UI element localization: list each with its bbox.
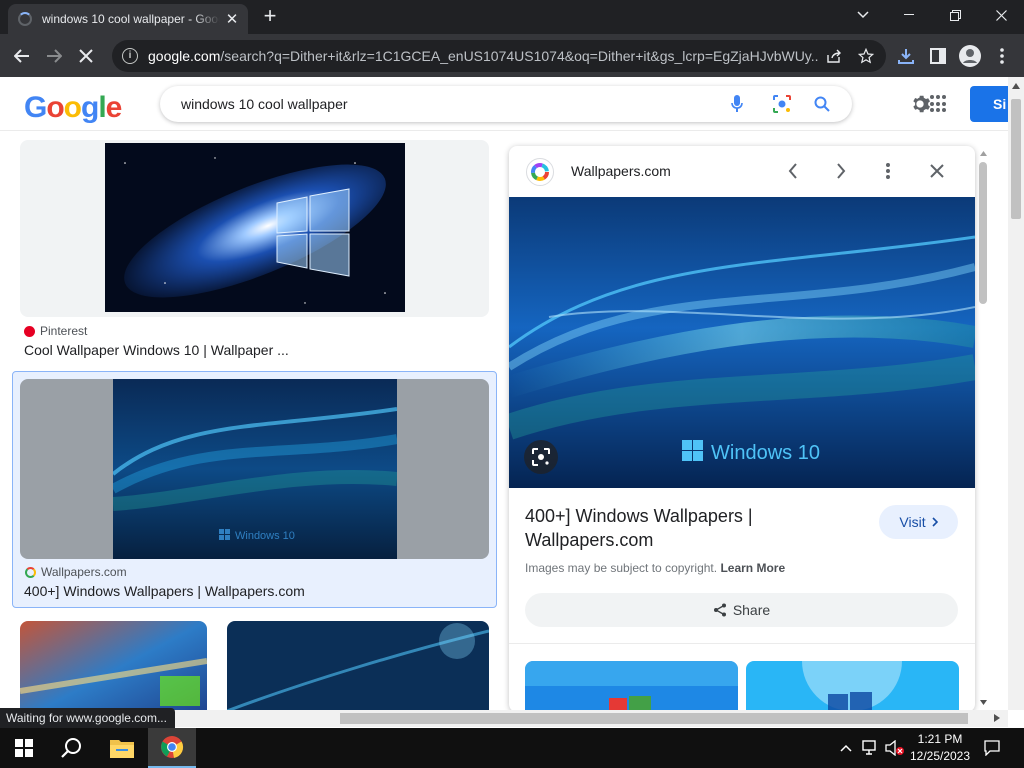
forward-button[interactable]: [40, 42, 68, 70]
bookmark-star-icon[interactable]: [852, 42, 880, 70]
google-lens-button[interactable]: [524, 440, 558, 474]
preview-image[interactable]: Windows 10: [509, 197, 975, 488]
more-options-icon[interactable]: [876, 159, 900, 183]
share-button[interactable]: Share: [525, 593, 958, 627]
windows-logo-icon: [15, 739, 33, 757]
restore-button[interactable]: [932, 0, 978, 30]
google-apps-icon[interactable]: [930, 95, 948, 113]
browser-toolbar: i google.com/search?q=Dither+it&rlz=1C1G…: [0, 34, 1024, 77]
visit-button[interactable]: Visit: [879, 505, 958, 539]
settings-gear-icon[interactable]: [909, 93, 931, 115]
related-image-thumbnail[interactable]: [746, 661, 959, 712]
file-explorer-icon[interactable]: [98, 728, 146, 768]
tab-title: windows 10 cool wallpaper - Google Searc…: [42, 12, 220, 26]
copyright-notice: Images may be subject to copyright. Lear…: [525, 561, 786, 575]
minimize-button[interactable]: [886, 0, 932, 30]
next-image-chevron-icon[interactable]: [829, 159, 853, 183]
browser-tab[interactable]: windows 10 cool wallpaper - Google Searc…: [8, 4, 248, 34]
related-image-thumbnail[interactable]: [525, 661, 738, 712]
tab-search-chevron-icon[interactable]: [840, 0, 886, 30]
system-clock[interactable]: 1:21 PM 12/25/2023: [908, 731, 972, 765]
volume-muted-icon[interactable]: [884, 728, 906, 768]
share-page-icon[interactable]: [820, 42, 848, 70]
back-button[interactable]: [8, 42, 36, 70]
google-header: Google Si: [0, 77, 1024, 131]
result-source: Pinterest: [24, 324, 87, 338]
action-center-notification-icon[interactable]: [980, 728, 1004, 768]
clock-date: 12/25/2023: [909, 749, 971, 763]
tab-strip: windows 10 cool wallpaper - Google Searc…: [0, 0, 1024, 34]
image-result-thumbnail[interactable]: [20, 621, 207, 711]
image-result-card[interactable]: Pinterest Cool Wallpaper Windows 10 | Wa…: [20, 140, 489, 370]
pinterest-icon: [24, 325, 35, 337]
image-preview-panel: Wallpapers.com Windows 10 400+] Windows …: [509, 146, 975, 712]
panel-site-name[interactable]: Wallpapers.com: [571, 163, 671, 179]
show-hidden-icons-chevron-icon[interactable]: [836, 728, 856, 768]
wallpapers-com-icon: [25, 566, 36, 578]
google-logo[interactable]: Google: [24, 91, 122, 125]
new-tab-button[interactable]: +: [258, 5, 282, 29]
loading-status-bar: Waiting for www.google.com...: [0, 708, 175, 728]
lens-search-icon[interactable]: [772, 94, 792, 114]
taskbar-search-icon[interactable]: [48, 728, 96, 768]
image-results-grid: Pinterest Cool Wallpaper Windows 10 | Wa…: [0, 131, 500, 711]
chrome-menu-icon[interactable]: [988, 42, 1016, 70]
profile-avatar-icon[interactable]: [956, 42, 984, 70]
panel-divider: [509, 643, 975, 644]
page-vertical-scrollbar[interactable]: [1008, 77, 1024, 710]
chrome-taskbar-icon[interactable]: [148, 728, 196, 768]
search-box[interactable]: [160, 86, 852, 122]
address-bar[interactable]: i google.com/search?q=Dither+it&rlz=1C1G…: [112, 40, 886, 72]
stop-loading-button[interactable]: [72, 42, 100, 70]
network-icon[interactable]: [860, 728, 882, 768]
result-title[interactable]: Cool Wallpaper Windows 10 | Wallpaper ..…: [24, 342, 289, 358]
download-icon[interactable]: [892, 42, 920, 70]
previous-image-chevron-icon[interactable]: [781, 159, 805, 183]
learn-more-link[interactable]: Learn More: [720, 561, 785, 575]
side-panel-icon[interactable]: [924, 42, 952, 70]
result-source: Wallpapers.com: [25, 565, 127, 579]
windows-taskbar: 1:21 PM 12/25/2023: [0, 728, 1024, 768]
clock-time: 1:21 PM: [917, 732, 963, 746]
search-icon[interactable]: [812, 94, 832, 114]
close-window-button[interactable]: [978, 0, 1024, 30]
image-result-thumbnail[interactable]: Windows 10: [20, 379, 489, 559]
start-button[interactable]: [0, 728, 48, 768]
image-result-card-selected[interactable]: Windows 10 Wallpapers.com 400+] Windows …: [12, 371, 497, 608]
result-title[interactable]: 400+] Windows Wallpapers | Wallpapers.co…: [24, 583, 305, 599]
site-info-icon[interactable]: i: [122, 48, 138, 64]
image-result-thumbnail[interactable]: [227, 621, 489, 711]
image-result-thumbnail[interactable]: [20, 140, 489, 317]
voice-search-icon[interactable]: [727, 94, 747, 114]
url-text[interactable]: google.com/search?q=Dither+it&rlz=1C1GCE…: [148, 48, 818, 64]
preview-image-caption: Windows 10: [711, 442, 820, 464]
loading-spinner-icon: [18, 12, 32, 26]
close-panel-icon[interactable]: [925, 159, 949, 183]
tab-close-button[interactable]: ✕: [224, 10, 240, 28]
preview-title[interactable]: 400+] Windows Wallpapers | Wallpapers.co…: [525, 504, 825, 552]
search-input[interactable]: [181, 96, 711, 112]
svg-text:Windows 10: Windows 10: [235, 530, 295, 542]
site-favicon-icon: [526, 158, 554, 186]
panel-scrollbar[interactable]: [977, 148, 989, 710]
